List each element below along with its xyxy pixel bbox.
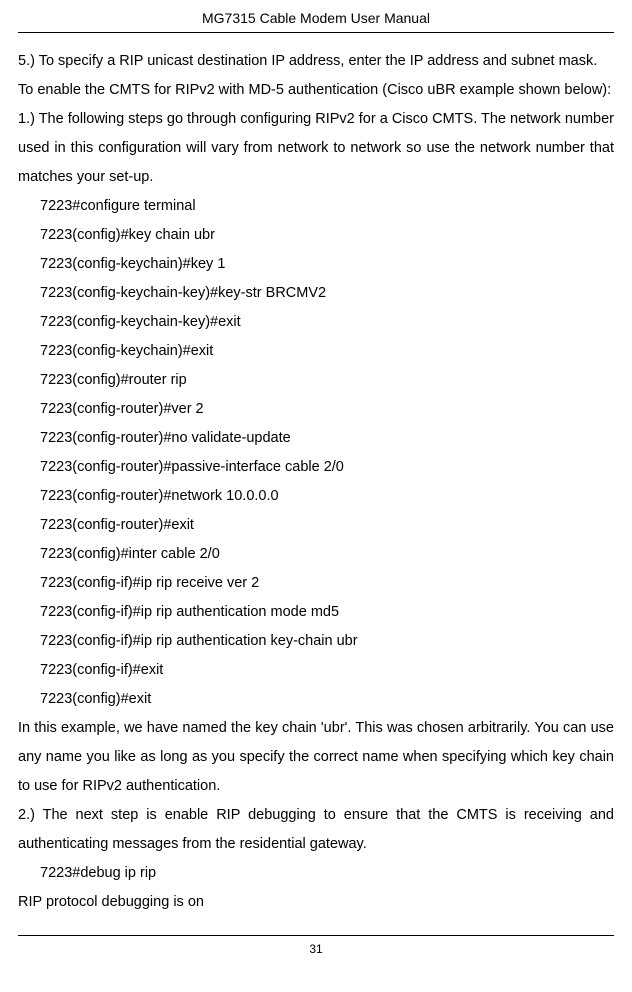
terminal-line: 7223(config-keychain-key)#key-str BRCMV2: [40, 279, 614, 308]
terminal-line: 7223(config-if)#ip rip authentication ke…: [40, 627, 614, 656]
terminal-block-1: 7223#configure terminal 7223(config)#key…: [18, 192, 614, 714]
terminal-line: 7223(config-router)#no validate-update: [40, 424, 614, 453]
terminal-line: 7223(config-if)#ip rip authentication mo…: [40, 598, 614, 627]
terminal-line: 7223(config-router)#ver 2: [40, 395, 614, 424]
terminal-block-2: 7223#debug ip rip: [18, 859, 614, 888]
terminal-line: 7223(config-router)#network 10.0.0.0: [40, 482, 614, 511]
document-body: 5.) To specify a RIP unicast destination…: [18, 47, 614, 917]
paragraph-example-note: In this example, we have named the key c…: [18, 714, 614, 801]
terminal-line: 7223(config-router)#exit: [40, 511, 614, 540]
page-number: 31: [18, 935, 614, 956]
paragraph-step5: 5.) To specify a RIP unicast destination…: [18, 47, 614, 76]
terminal-line: 7223(config)#inter cable 2/0: [40, 540, 614, 569]
terminal-line: 7223(config-if)#ip rip receive ver 2: [40, 569, 614, 598]
terminal-line: 7223(config-keychain)#exit: [40, 337, 614, 366]
page-header-title: MG7315 Cable Modem User Manual: [18, 10, 614, 33]
paragraph-step1: 1.) The following steps go through confi…: [18, 105, 614, 192]
paragraph-step2: 2.) The next step is enable RIP debuggin…: [18, 801, 614, 859]
terminal-line: 7223(config-keychain-key)#exit: [40, 308, 614, 337]
terminal-line: 7223(config)#router rip: [40, 366, 614, 395]
terminal-line: 7223(config-router)#passive-interface ca…: [40, 453, 614, 482]
terminal-line: 7223(config-keychain)#key 1: [40, 250, 614, 279]
terminal-line: 7223(config)#exit: [40, 685, 614, 714]
document-page: MG7315 Cable Modem User Manual 5.) To sp…: [0, 0, 632, 976]
terminal-line: 7223(config)#key chain ubr: [40, 221, 614, 250]
terminal-line: 7223#debug ip rip: [40, 859, 614, 888]
terminal-line: 7223#configure terminal: [40, 192, 614, 221]
terminal-line: 7223(config-if)#exit: [40, 656, 614, 685]
paragraph-rip-debug-on: RIP protocol debugging is on: [18, 888, 614, 917]
paragraph-enable-cmts: To enable the CMTS for RIPv2 with MD-5 a…: [18, 76, 614, 105]
